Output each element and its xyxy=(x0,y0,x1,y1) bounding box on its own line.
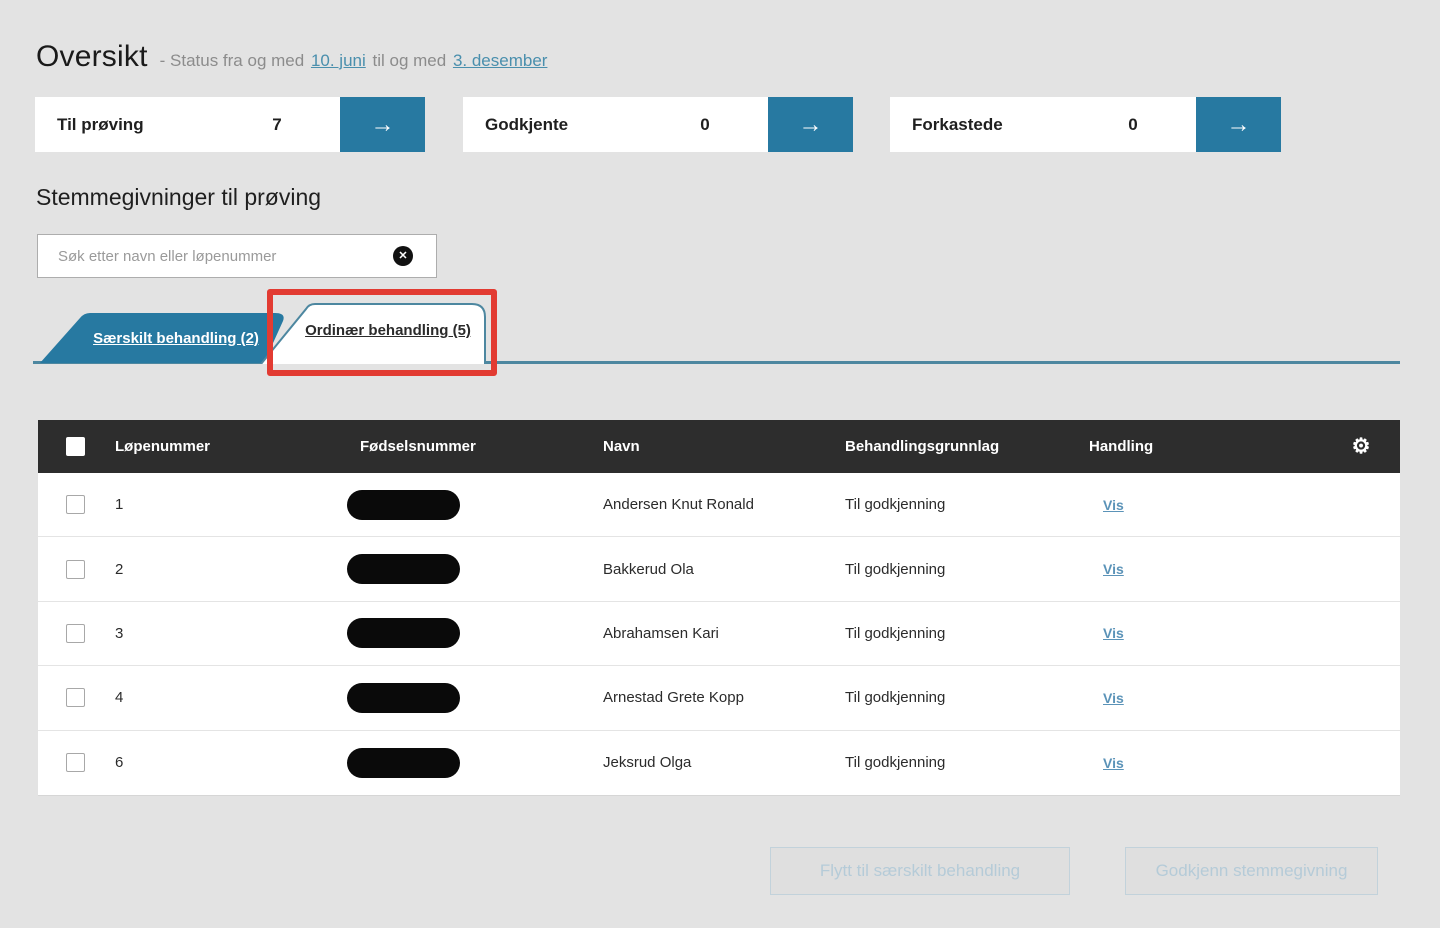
stat-arrow-button[interactable]: → xyxy=(768,97,853,152)
stat-card-forkastede: Forkastede 0 → xyxy=(890,97,1281,152)
arrow-right-icon: → xyxy=(799,111,823,139)
search-clear-icon[interactable]: ✕ xyxy=(393,246,413,266)
date-to-link[interactable]: 3. desember xyxy=(453,51,548,70)
search-container: ✕ xyxy=(37,234,437,278)
col-navn: Navn xyxy=(603,438,845,455)
tab-ordinaer-behandling[interactable]: Ordinær behandling (5) xyxy=(260,303,486,364)
date-from-link[interactable]: 10. juni xyxy=(311,51,366,70)
table-body: 1 Andersen Knut Ronald Til godkjenning V… xyxy=(38,473,1400,795)
table-row: 4 Arnestad Grete Kopp Til godkjenning Vi… xyxy=(38,666,1400,730)
row-lopenummer: 6 xyxy=(115,754,360,771)
vis-link[interactable]: Vis xyxy=(1089,497,1124,513)
header: Oversikt - Status fra og med 10. juni ti… xyxy=(36,40,547,74)
tab-label: Særskilt behandling (2) xyxy=(40,313,286,363)
col-handling: Handling xyxy=(1089,438,1322,455)
vis-link[interactable]: Vis xyxy=(1089,690,1124,706)
row-navn: Bakkerud Ola xyxy=(603,561,845,578)
stat-value: 0 xyxy=(1098,115,1168,135)
row-checkbox[interactable] xyxy=(66,560,85,579)
table-row: 1 Andersen Knut Ronald Til godkjenning V… xyxy=(38,473,1400,537)
row-behandlingsgrunnlag: Til godkjenning xyxy=(845,625,1089,642)
gear-icon[interactable]: ⚙ xyxy=(1352,436,1371,457)
tab-label: Ordinær behandling (5) xyxy=(260,303,486,364)
row-checkbox[interactable] xyxy=(66,624,85,643)
row-lopenummer: 2 xyxy=(115,561,360,578)
search-input[interactable] xyxy=(37,234,437,278)
stat-label: Forkastede xyxy=(890,115,1098,135)
redacted-fodselsnummer xyxy=(347,490,460,520)
row-behandlingsgrunnlag: Til godkjenning xyxy=(845,496,1089,513)
row-lopenummer: 1 xyxy=(115,496,360,513)
x-glyph: ✕ xyxy=(398,251,407,262)
table-row: 2 Bakkerud Ola Til godkjenning Vis xyxy=(38,537,1400,601)
vis-link[interactable]: Vis xyxy=(1089,625,1124,641)
row-behandlingsgrunnlag: Til godkjenning xyxy=(845,689,1089,706)
stat-arrow-button[interactable]: → xyxy=(1196,97,1281,152)
row-fodselsnummer-cell xyxy=(360,748,603,778)
page-title: Oversikt xyxy=(36,40,148,74)
vis-link[interactable]: Vis xyxy=(1089,561,1124,577)
col-lopenummer: Løpenummer xyxy=(115,438,360,455)
stat-arrow-button[interactable]: → xyxy=(340,97,425,152)
redacted-fodselsnummer xyxy=(347,554,460,584)
godkjenn-stemmegivning-button[interactable]: Godkjenn stemmegivning xyxy=(1125,847,1378,895)
row-navn: Jeksrud Olga xyxy=(603,754,845,771)
row-fodselsnummer-cell xyxy=(360,618,603,648)
stat-value: 7 xyxy=(242,115,312,135)
table-row: 3 Abrahamsen Kari Til godkjenning Vis xyxy=(38,602,1400,666)
redacted-fodselsnummer xyxy=(347,618,460,648)
row-navn: Arnestad Grete Kopp xyxy=(603,689,845,706)
flytt-til-saerskilt-behandling-button[interactable]: Flytt til særskilt behandling xyxy=(770,847,1070,895)
votes-table: Løpenummer Fødselsnummer Navn Behandling… xyxy=(38,420,1400,796)
col-fodselsnummer: Fødselsnummer xyxy=(360,438,603,455)
row-checkbox[interactable] xyxy=(66,753,85,772)
subtitle-prefix: - Status fra og med xyxy=(160,51,305,70)
row-lopenummer: 4 xyxy=(115,689,360,706)
oversikt-page: { "header": { "title": "Oversikt", "subt… xyxy=(0,0,1440,928)
row-fodselsnummer-cell xyxy=(360,683,603,713)
redacted-fodselsnummer xyxy=(347,683,460,713)
table-header-row: Løpenummer Fødselsnummer Navn Behandling… xyxy=(38,420,1400,473)
select-all-checkbox[interactable] xyxy=(66,437,85,456)
subtitle-middle: til og med xyxy=(373,51,447,70)
row-navn: Abrahamsen Kari xyxy=(603,625,845,642)
row-checkbox[interactable] xyxy=(66,688,85,707)
row-behandlingsgrunnlag: Til godkjenning xyxy=(845,561,1089,578)
row-behandlingsgrunnlag: Til godkjenning xyxy=(845,754,1089,771)
arrow-right-icon: → xyxy=(1227,111,1251,139)
tab-saerskilt-behandling[interactable]: Særskilt behandling (2) xyxy=(40,313,286,363)
stat-label: Til prøving xyxy=(35,115,242,135)
table-row: 6 Jeksrud Olga Til godkjenning Vis xyxy=(38,731,1400,795)
vis-link[interactable]: Vis xyxy=(1089,755,1124,771)
status-subtitle: - Status fra og med 10. juni til og med … xyxy=(158,51,548,71)
row-fodselsnummer-cell xyxy=(360,554,603,584)
redacted-fodselsnummer xyxy=(347,748,460,778)
stat-card-godkjente: Godkjente 0 → xyxy=(463,97,853,152)
row-checkbox[interactable] xyxy=(66,495,85,514)
row-navn: Andersen Knut Ronald xyxy=(603,496,845,513)
row-lopenummer: 3 xyxy=(115,625,360,642)
stat-label: Godkjente xyxy=(463,115,670,135)
arrow-right-icon: → xyxy=(371,111,395,139)
section-heading: Stemmegivninger til prøving xyxy=(36,184,321,211)
stat-value: 0 xyxy=(670,115,740,135)
row-fodselsnummer-cell xyxy=(360,490,603,520)
col-behandlingsgrunnlag: Behandlingsgrunnlag xyxy=(845,438,1089,455)
stat-card-til-proving: Til prøving 7 → xyxy=(35,97,425,152)
